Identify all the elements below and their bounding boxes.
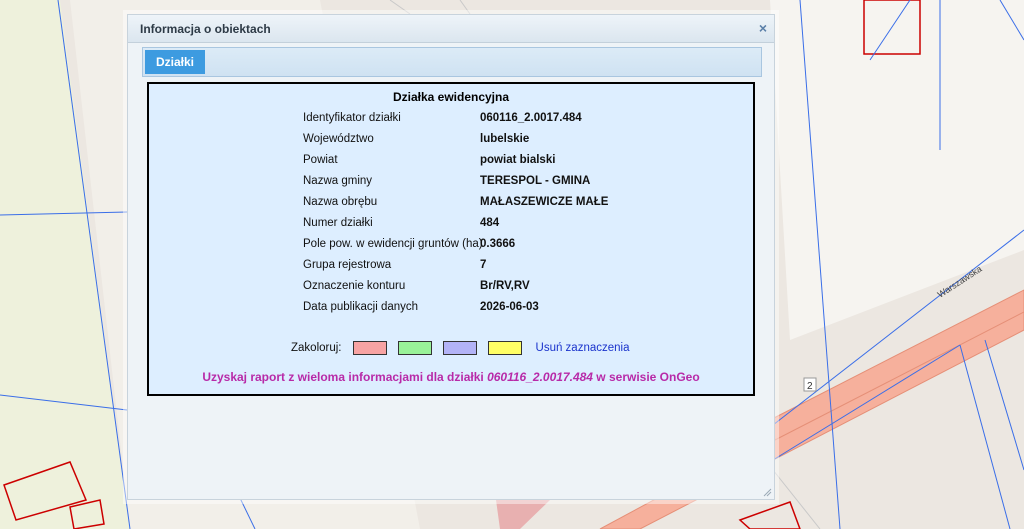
object-info-dialog[interactable]: Informacja o obiektach × Działki Działka… (127, 14, 775, 500)
parcel-info-panel: Działka ewidencyjna Identyfikator działk… (147, 82, 755, 396)
row-label: Województwo (303, 133, 374, 145)
tab-dzialki[interactable]: Działki (145, 50, 206, 74)
color-swatch-red[interactable] (352, 341, 387, 355)
row-value: Br/RV,RV (480, 280, 530, 292)
row-label: Powiat (303, 154, 338, 166)
dialog-title: Informacja o obiektach (140, 22, 271, 36)
row-label: Nazwa obrębu (303, 196, 378, 208)
dialog-titlebar[interactable]: Informacja o obiektach × (128, 15, 774, 43)
row-label: Data publikacji danych (303, 301, 419, 313)
row-value: 484 (480, 217, 500, 229)
clear-highlights-link[interactable]: Usuń zaznaczenia (536, 342, 630, 354)
tab-bar: Działki (142, 47, 762, 77)
ongeo-report-link[interactable]: Uzyskaj raport z wieloma informacjami dl… (149, 370, 753, 384)
row-label: Grupa rejestrowa (303, 259, 392, 271)
panel-heading: Działka ewidencyjna (392, 90, 510, 104)
color-swatch-blue[interactable] (443, 341, 478, 355)
row-label: Oznaczenie konturu (303, 280, 406, 292)
colorize-bar: Zakoloruj: Usuń zaznaczenia (291, 341, 630, 355)
house-number-label: 2 (807, 381, 813, 392)
row-value: TERESPOL - GMINA (480, 175, 591, 187)
row-value: 2026-06-03 (480, 301, 539, 313)
resize-handle-icon[interactable] (763, 488, 772, 497)
row-value: 7 (480, 259, 487, 271)
colorize-label: Zakoloruj: (291, 342, 342, 355)
row-value: 060116_2.0017.484 (480, 112, 582, 124)
row-value: lubelskie (480, 133, 530, 145)
row-value: powiat bialski (480, 154, 556, 166)
row-value: MAŁASZEWICZE MAŁE (480, 196, 609, 208)
row-label: Identyfikator działki (303, 112, 401, 124)
row-label: Numer działki (303, 217, 373, 229)
color-swatch-green[interactable] (397, 341, 432, 355)
report-suffix: w serwisie OnGeo (592, 370, 700, 384)
close-icon[interactable]: × (759, 20, 767, 36)
report-parcel-id: 060116_2.0017.484 (487, 370, 593, 384)
row-value: 0.3666 (480, 238, 516, 250)
color-swatch-yellow[interactable] (488, 341, 523, 355)
report-prefix: Uzyskaj raport z wieloma informacjami dl… (202, 370, 488, 384)
row-label: Nazwa gminy (303, 175, 373, 187)
row-label: Pole pow. w ewidencji gruntów (ha) (303, 238, 483, 250)
